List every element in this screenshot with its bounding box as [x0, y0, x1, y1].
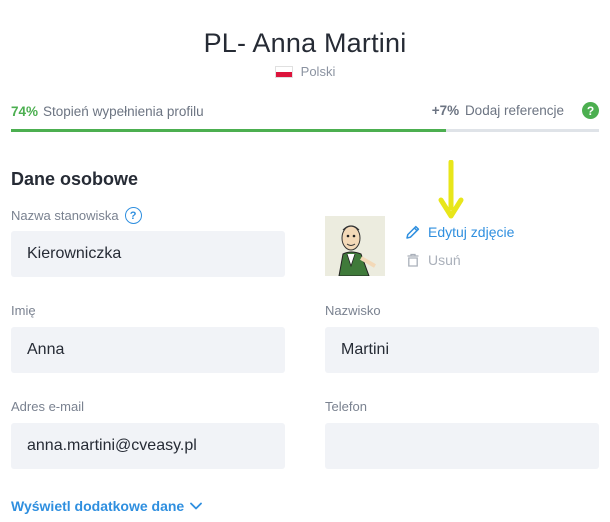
- bonus-text: Dodaj referencje: [464, 103, 564, 118]
- last-name-label: Nazwisko: [325, 303, 381, 318]
- question-icon[interactable]: ?: [124, 207, 142, 224]
- progress-percent: 74%: [11, 104, 39, 119]
- phone-input[interactable]: [325, 423, 599, 469]
- profile-photo: [325, 216, 385, 276]
- remove-photo-button[interactable]: Usuń: [405, 252, 461, 268]
- edit-photo-label: Edytuj zdjęcie: [428, 224, 515, 240]
- job-title-label: Nazwa stanowiska: [11, 208, 119, 223]
- profile-progress: 74% Stopień wypełnienia profilu +7% Dodaj…: [11, 102, 599, 122]
- job-title-input[interactable]: Kierowniczka: [11, 231, 285, 277]
- page-title: PL- Anna Martini: [203, 28, 407, 58]
- question-icon[interactable]: ?: [582, 102, 599, 119]
- trash-icon: [407, 253, 419, 267]
- phone-label: Telefon: [325, 399, 367, 414]
- remove-photo-label: Usuń: [428, 252, 461, 268]
- chevron-down-icon: [190, 502, 203, 510]
- avatar-illustration: [325, 216, 385, 276]
- first-name-label: Imię: [11, 303, 36, 318]
- progress-bar: [11, 129, 599, 132]
- email-input[interactable]: anna.martini@cveasy.pl: [11, 423, 285, 469]
- show-more-data-label: Wyświetl dodatkowe dane: [11, 498, 185, 514]
- email-label: Adres e-mail: [11, 399, 84, 414]
- progress-label: Stopień wypełnienia profilu: [43, 104, 204, 119]
- first-name-input[interactable]: Anna: [11, 327, 285, 373]
- last-name-input[interactable]: Martini: [325, 327, 599, 373]
- show-more-data-link[interactable]: Wyświetl dodatkowe dane: [11, 498, 203, 514]
- section-title: Dane osobowe: [11, 169, 139, 189]
- pencil-icon: [406, 225, 420, 239]
- job-title-label-row: Nazwa stanowiska ?: [11, 207, 142, 224]
- language-indicator: Polski: [0, 64, 610, 79]
- poland-flag-icon: [274, 65, 293, 78]
- bonus-percent: +7%: [431, 103, 460, 118]
- progress-bar-fill: [11, 129, 447, 132]
- add-references-hint[interactable]: +7% Dodaj referencje ?: [432, 102, 599, 119]
- progress-status: 74% Stopień wypełnienia profilu: [11, 104, 204, 119]
- annotation-arrow-icon: [438, 160, 464, 219]
- edit-photo-button[interactable]: Edytuj zdjęcie: [405, 224, 514, 240]
- language-label: Polski: [300, 64, 336, 79]
